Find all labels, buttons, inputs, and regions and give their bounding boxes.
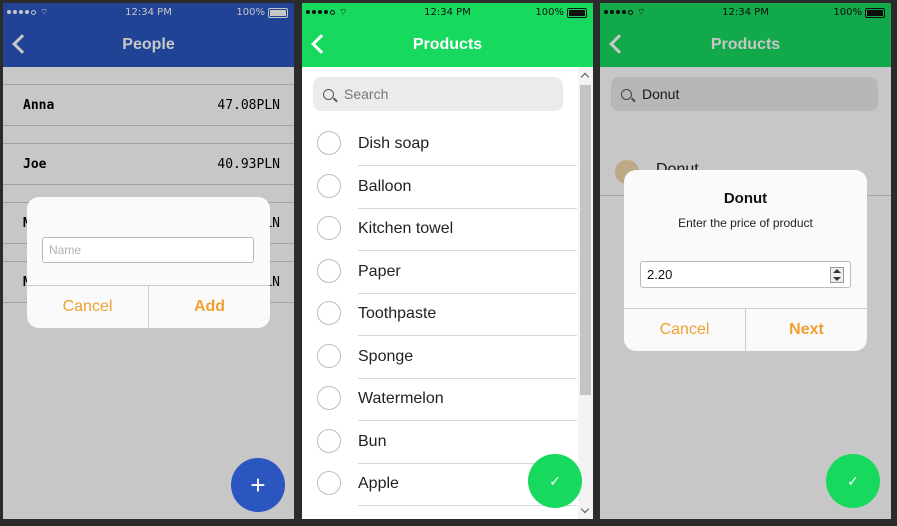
radio-button[interactable]: [317, 301, 341, 325]
list-item[interactable]: Bun: [302, 421, 577, 464]
list-item[interactable]: Kitchen towel: [302, 208, 577, 251]
product-label: Sponge: [358, 336, 577, 379]
navbar: Products: [302, 23, 593, 67]
radio-button[interactable]: [317, 216, 341, 240]
product-list: Dish soap Balloon Kitchen towel Paper To…: [302, 123, 577, 506]
battery-icon: [567, 7, 587, 18]
confirm-button[interactable]: ✓: [826, 454, 880, 508]
page-title: Products: [412, 36, 483, 53]
add-person-dialog: Cancel Add: [27, 197, 270, 328]
product-label: Watermelon: [358, 378, 577, 421]
product-label: Toothpaste: [358, 293, 577, 336]
cancel-button[interactable]: Cancel: [624, 309, 745, 351]
product-label: Balloon: [358, 166, 577, 209]
people-screen: ⌔ 12:34 PM 100% People Anna 47.08PLN Joe 4…: [3, 3, 294, 519]
scrollbar[interactable]: [578, 67, 593, 519]
product-label: Paper: [358, 251, 577, 294]
products-screen: ⌔ 12:34 PM 100% Products Search Dish soa…: [302, 3, 593, 519]
checkmark-icon: ✓: [549, 472, 561, 489]
radio-button[interactable]: [317, 386, 341, 410]
price-field[interactable]: 2.20: [640, 261, 851, 288]
name-field[interactable]: [42, 237, 254, 263]
scroll-up-icon[interactable]: [580, 72, 590, 82]
radio-button[interactable]: [317, 428, 341, 453]
checkmark-icon: ✓: [847, 472, 859, 489]
radio-button[interactable]: [317, 173, 341, 198]
search-placeholder: Search: [344, 86, 389, 102]
scroll-thumb[interactable]: [580, 85, 591, 395]
dialog-title: Donut: [723, 190, 768, 207]
plus-icon: +: [250, 469, 266, 500]
cancel-button[interactable]: Cancel: [27, 286, 148, 328]
radio-button[interactable]: [317, 343, 341, 368]
search-icon: [323, 88, 334, 100]
product-label: Kitchen towel: [358, 208, 577, 251]
list-item[interactable]: Dish soap: [302, 123, 577, 166]
price-entry-screen: ⌔ 12:34 PM 100% Products Donut Donut ✓ D…: [600, 3, 891, 519]
price-dialog: Donut Enter the price of product 2.20 Ca…: [624, 170, 867, 351]
product-label: Dish soap: [358, 123, 577, 166]
scroll-down-icon[interactable]: [580, 504, 590, 514]
list-item[interactable]: Toothpaste: [302, 293, 577, 336]
search-input[interactable]: Search: [313, 77, 563, 111]
battery-label: 100%: [535, 7, 564, 18]
list-item[interactable]: Watermelon: [302, 378, 577, 421]
add-button[interactable]: Add: [148, 286, 270, 328]
radio-button[interactable]: [317, 471, 341, 495]
add-person-button[interactable]: +: [231, 458, 285, 512]
list-item[interactable]: Sponge: [302, 336, 577, 379]
list-item[interactable]: Balloon: [302, 166, 577, 209]
stepper-icon[interactable]: [830, 267, 844, 283]
radio-button[interactable]: [317, 258, 341, 283]
list-item[interactable]: Paper: [302, 251, 577, 294]
dialog-subtitle: Enter the price of product: [678, 216, 813, 230]
confirm-button[interactable]: ✓: [528, 454, 582, 508]
next-button[interactable]: Next: [745, 309, 867, 351]
status-bar: ⌔ 12:34 PM 100%: [302, 3, 593, 23]
radio-button[interactable]: [317, 131, 341, 155]
price-value: 2.20: [647, 267, 673, 282]
